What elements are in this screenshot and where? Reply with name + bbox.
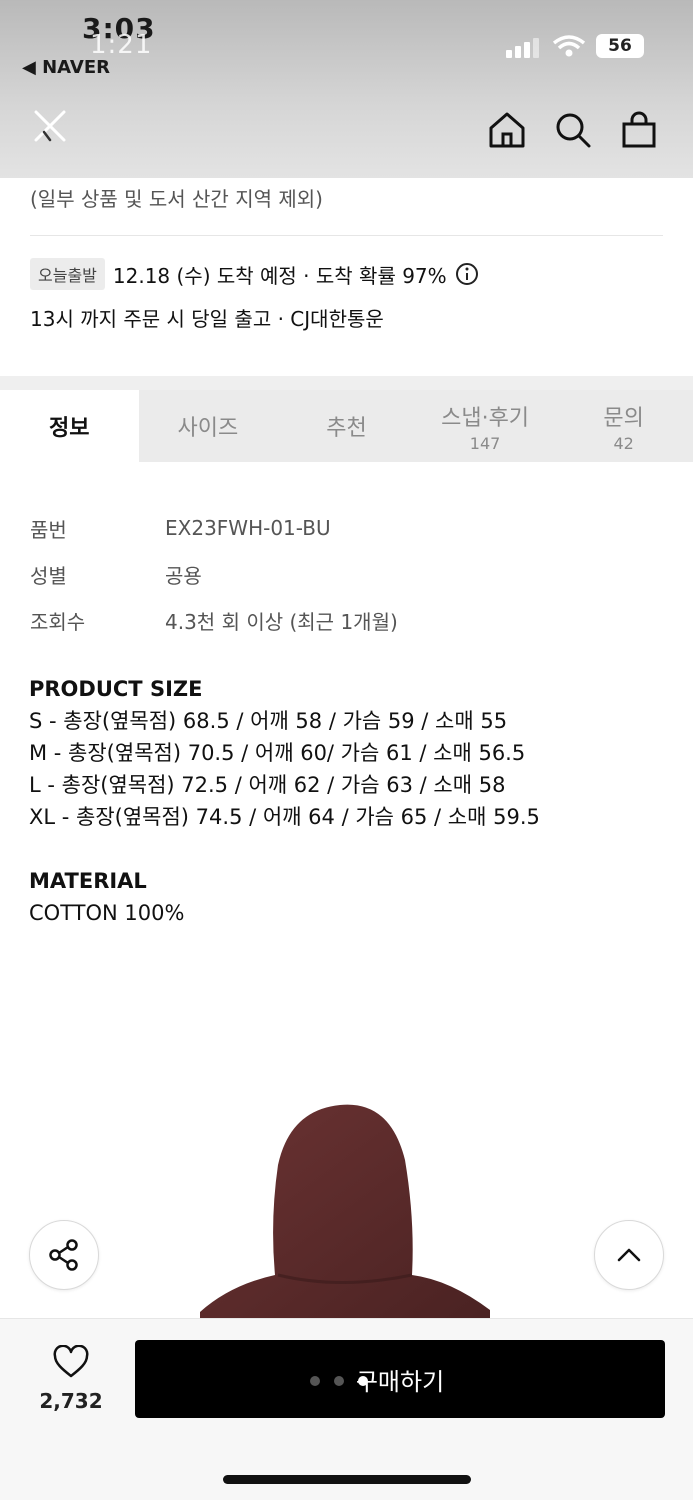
detail-key: 성별	[30, 563, 67, 588]
product-size-section: PRODUCT SIZE S - 총장(옆목점) 68.5 / 어깨 58 / …	[29, 673, 540, 833]
today-ship-badge: 오늘출발	[30, 258, 105, 290]
detail-value: EX23FWH-01-BU	[165, 516, 331, 540]
tab-label: 스냅·후기	[441, 405, 530, 431]
material-value: COTTON 100%	[29, 901, 185, 925]
like-count: 2,732	[39, 1389, 103, 1413]
product-image-hoodie	[190, 1100, 510, 1320]
tab-count: 147	[469, 433, 501, 453]
tab-recommend[interactable]: 추천	[277, 390, 416, 462]
shipping-row: 오늘출발 12.18 (수) 도착 예정 · 도착 확률 97%	[30, 258, 479, 290]
tab-snap-review[interactable]: 스냅·후기 147	[416, 390, 555, 462]
share-button[interactable]	[29, 1220, 99, 1290]
bag-icon[interactable]	[619, 110, 659, 150]
home-indicator[interactable]	[223, 1475, 471, 1484]
product-details: 품번 EX23FWH-01-BU 성별 공용 조회수 4.3천 회 이상 (최근…	[30, 505, 398, 643]
share-icon	[49, 1239, 78, 1271]
dot	[358, 1376, 368, 1386]
material-section: MATERIAL COTTON 100%	[29, 865, 184, 929]
loading-dots	[310, 1376, 368, 1386]
home-icon[interactable]	[487, 110, 527, 150]
detail-value: 공용	[165, 563, 202, 588]
chevron-up-icon	[617, 1248, 641, 1262]
buy-button[interactable]: 구매하기	[135, 1340, 665, 1418]
wifi-icon	[552, 34, 586, 58]
detail-row: 성별 공용	[30, 551, 398, 597]
signal-icon	[506, 36, 542, 58]
dot	[310, 1376, 320, 1386]
like-button[interactable]: 2,732	[30, 1344, 112, 1413]
heart-icon	[53, 1344, 89, 1378]
tab-info[interactable]: 정보	[0, 390, 139, 462]
size-line: M - 총장(옆목점) 70.5 / 어깨 60/ 가슴 61 / 소매 56.…	[29, 741, 526, 765]
product-tabs: 정보 사이즈 추천 스냅·후기 147 문의 42	[0, 390, 693, 462]
tab-label: 사이즈	[177, 416, 239, 441]
divider	[30, 235, 663, 236]
search-icon[interactable]	[553, 110, 593, 150]
info-icon[interactable]	[455, 262, 479, 286]
product-size-title: PRODUCT SIZE	[29, 677, 203, 701]
tab-label: 정보	[49, 416, 90, 441]
dot	[334, 1376, 344, 1386]
tab-size[interactable]: 사이즈	[139, 390, 278, 462]
battery-indicator: 56	[596, 34, 644, 58]
section-gap	[0, 376, 693, 390]
top-header: 3:03 1:21 ◀ NAVER 56	[0, 0, 693, 178]
scroll-top-button[interactable]	[594, 1220, 664, 1290]
size-line: L - 총장(옆목점) 72.5 / 어깨 62 / 가슴 63 / 소매 58	[29, 773, 506, 797]
tab-inquiry[interactable]: 문의 42	[554, 390, 693, 462]
back-to-app-link[interactable]: ◀ NAVER	[22, 57, 110, 78]
size-line: XL - 총장(옆목점) 74.5 / 어깨 64 / 가슴 65 / 소매 5…	[29, 805, 540, 829]
detail-row: 조회수 4.3천 회 이상 (최근 1개월)	[30, 597, 398, 643]
tab-count: 42	[613, 433, 634, 453]
detail-key: 조회수	[30, 609, 86, 634]
detail-key: 품번	[30, 517, 67, 542]
arrival-estimate: 12.18 (수) 도착 예정 · 도착 확률 97%	[112, 263, 447, 288]
size-line: S - 총장(옆목점) 68.5 / 어깨 58 / 가슴 59 / 소매 55	[29, 709, 508, 733]
shipping-cutoff-text: 13시 까지 주문 시 당일 출고 · CJ대한통운	[30, 307, 384, 331]
status-time-overlay: 1:21	[90, 30, 153, 60]
delivery-exclusion-note: (일부 상품 및 도서 산간 지역 제외)	[30, 187, 323, 211]
detail-value: 4.3천 회 이상 (최근 1개월)	[165, 609, 398, 634]
tab-label: 문의	[603, 405, 644, 431]
close-icon[interactable]	[28, 104, 72, 148]
tab-label: 추천	[326, 416, 367, 441]
material-title: MATERIAL	[29, 869, 147, 893]
bottom-action-bar: 2,732 구매하기	[0, 1318, 693, 1500]
detail-row: 품번 EX23FWH-01-BU	[30, 505, 398, 551]
